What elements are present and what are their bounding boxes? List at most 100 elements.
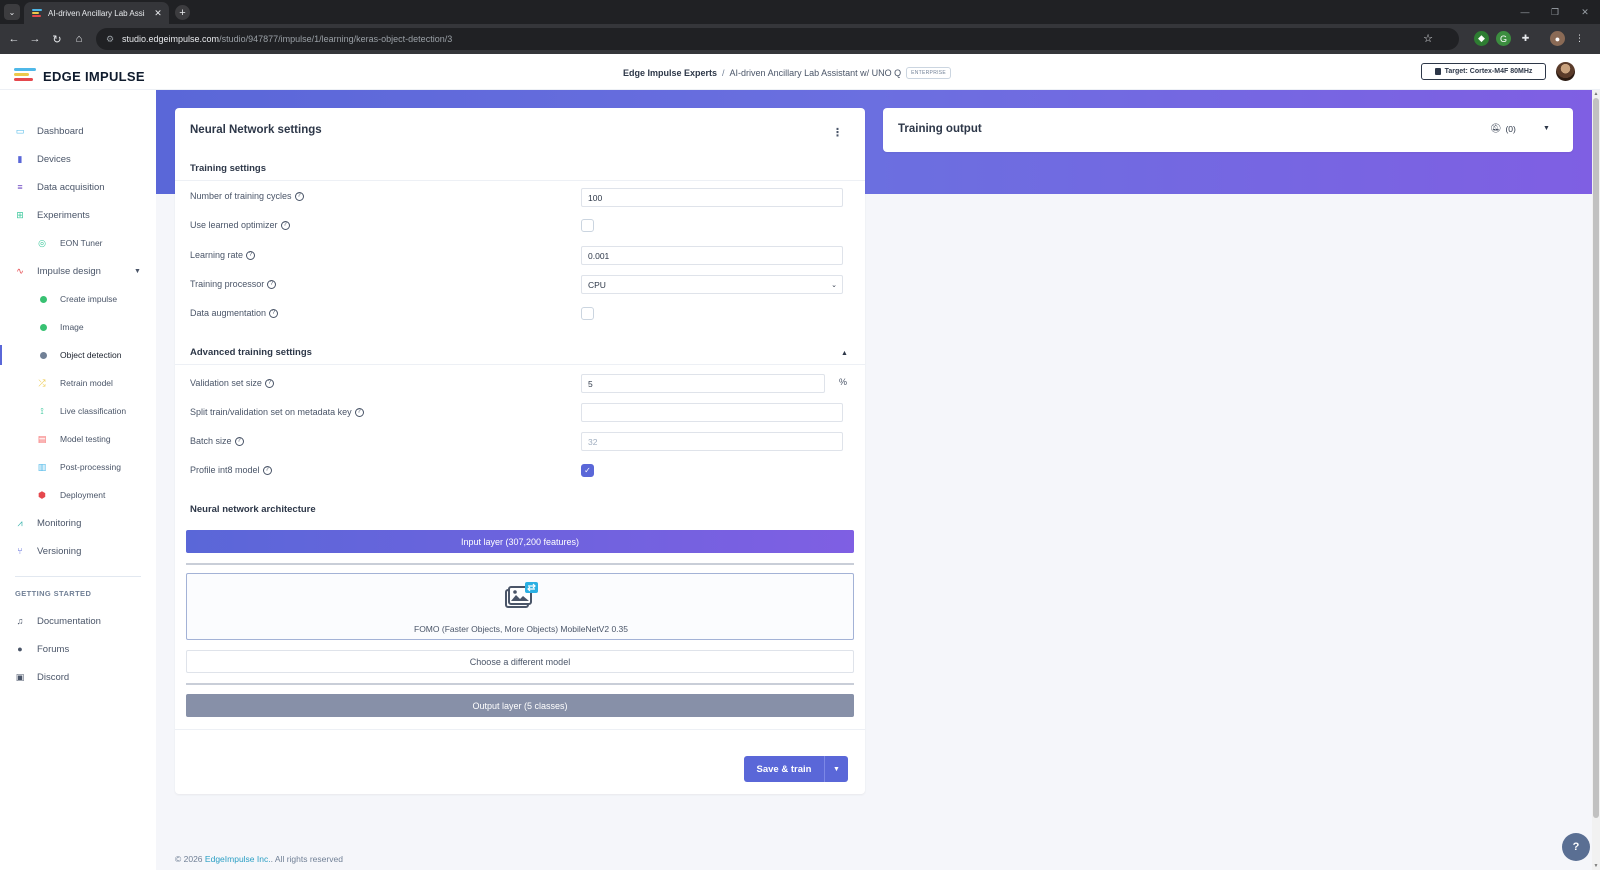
more-options-icon[interactable]: ⋮ [832,126,843,139]
status-dot-icon [38,350,48,360]
bookmark-star-icon[interactable]: ☆ [1423,32,1433,45]
site-info-icon[interactable]: ⚙ [104,33,116,45]
database-icon: ≡ [17,182,23,192]
tab-close-icon[interactable]: ✕ [151,8,165,19]
profile-int8-checkbox[interactable]: ✓ [581,464,594,477]
forward-icon[interactable]: → [27,31,43,47]
sidebar-item-retrain-model[interactable]: ⤮ Retrain model [0,373,156,393]
page-scrollbar[interactable]: ▲ ▼ [1592,90,1600,870]
branch-icon: ⑂ [17,546,23,556]
scroll-down-icon[interactable]: ▼ [1592,862,1600,870]
sidebar-item-documentation[interactable]: ♫ Documentation [0,611,156,631]
model-block[interactable]: FOMO (Faster Objects, More Objects) Mobi… [186,573,854,640]
sidebar-item-eon-tuner[interactable]: ◎ EON Tuner [0,233,156,253]
training-processor-select[interactable]: CPU ⌄ [581,275,843,294]
sidebar-section-title: GETTING STARTED [15,589,92,598]
help-chat-button[interactable]: ? [1562,833,1590,861]
training-cycles-label: Number of training cycles ? [190,191,304,201]
sidebar-item-experiments[interactable]: ⊞ Experiments [0,205,156,225]
choose-model-button[interactable]: Choose a different model [186,650,854,673]
help-icon[interactable]: ? [280,220,290,230]
section-divider [175,729,865,730]
address-bar[interactable]: ⚙ studio.edgeimpulse.com/studio/947877/i… [96,28,1459,50]
breadcrumb-project[interactable]: AI-driven Ancillary Lab Assistant w/ UNO… [730,68,902,78]
help-icon[interactable]: ? [234,436,244,446]
sidebar-item-live-classification[interactable]: ⟟ Live classification [0,401,156,421]
breadcrumb-org[interactable]: Edge Impulse Experts [623,68,717,78]
sidebar-item-label: Devices [37,153,71,165]
sidebar-item-post-processing[interactable]: ▥ Post-processing [0,457,156,477]
sidebar-item-object-detection[interactable]: Object detection [0,345,156,365]
sidebar-item-label: Live classification [60,406,127,416]
profile-avatar-icon[interactable]: ● [1550,31,1565,46]
notification-toggle[interactable]: 🔕︎ (0) [1490,123,1516,134]
learning-rate-label: Learning rate ? [190,250,256,260]
learning-rate-input[interactable]: 0.001 [581,246,843,265]
browser-tab[interactable]: AI-driven Ancillary Lab Assistant ✕ [24,2,169,24]
shield-extension-icon[interactable]: ◆ [1474,31,1489,46]
data-augmentation-checkbox[interactable] [581,307,594,320]
help-icon[interactable]: ? [294,191,304,201]
sidebar-item-data-acquisition[interactable]: ≡ Data acquisition [0,177,156,197]
sidebar-item-deployment[interactable]: ⬢ Deployment [0,485,156,505]
chevron-down-icon[interactable]: ▼ [134,268,141,275]
sidebar-item-devices[interactable]: ▮ Devices [0,149,156,169]
sidebar-item-label: Experiments [37,209,90,221]
grammarly-extension-icon[interactable]: G [1496,31,1511,46]
learned-optimizer-checkbox[interactable] [581,219,594,232]
save-train-button[interactable]: Save & train [744,756,824,782]
footer-company-link[interactable]: EdgeImpulse Inc. [205,854,271,864]
chevron-down-icon[interactable]: ▼ [1543,125,1550,132]
edge-impulse-logo[interactable]: EDGE IMPULSE [14,68,145,85]
tab-search-button[interactable]: ⌄ [4,4,20,20]
breadcrumb: Edge Impulse Experts / AI-driven Ancilla… [623,67,952,79]
new-tab-button[interactable]: + [175,5,190,20]
restore-icon[interactable]: ❐ [1540,0,1570,24]
help-icon[interactable]: ? [269,308,279,318]
sidebar-item-versioning[interactable]: ⑂ Versioning [0,541,156,561]
scroll-up-icon[interactable]: ▲ [1592,90,1600,98]
help-icon[interactable]: ? [264,378,274,388]
sidebar-item-image[interactable]: Image [0,317,156,337]
sidebar-item-dashboard[interactable]: ▭ Dashboard [0,121,156,141]
minimize-icon[interactable]: — [1510,0,1540,24]
training-cycles-input[interactable]: 100 [581,188,843,207]
scroll-thumb[interactable] [1593,98,1599,818]
batch-size-input[interactable]: 32 [581,432,843,451]
target-device-button[interactable]: Target: Cortex-M4F 80MHz [1421,63,1546,80]
training-output-card: Training output 🔕︎ (0) ▼ [883,108,1573,152]
sidebar-item-forums[interactable]: ● Forums [0,639,156,659]
help-icon[interactable]: ? [354,407,364,417]
back-icon[interactable]: ← [6,31,22,47]
sidebar-item-label: Monitoring [37,517,82,529]
save-train-group: Save & train ▼ [744,756,848,782]
sidebar-item-label: Data acquisition [37,181,105,193]
help-icon[interactable]: ? [246,250,256,260]
learned-optimizer-label: Use learned optimizer ? [190,220,290,230]
output-layer-bar[interactable]: Output layer (5 classes) [186,694,854,717]
close-window-icon[interactable]: ✕ [1570,0,1600,24]
user-avatar[interactable] [1556,62,1575,81]
sidebar-item-model-testing[interactable]: ▤ Model testing [0,429,156,449]
field-label-text: Number of training cycles [190,191,292,201]
validation-size-input[interactable]: 5 [581,374,825,393]
url-host: studio.edgeimpulse.com [122,34,220,44]
reload-icon[interactable]: ↻ [49,31,65,47]
sidebar-item-monitoring[interactable]: ⩘ Monitoring [0,513,156,533]
sidebar-item-discord[interactable]: ▣ Discord [0,667,156,687]
split-metadata-input[interactable] [581,403,843,422]
chevron-up-icon[interactable]: ▲ [841,350,848,357]
home-icon[interactable]: ⌂ [71,31,87,47]
sidebar-item-label: Documentation [37,615,101,627]
save-options-chevron-icon[interactable]: ▼ [824,756,848,782]
sidebar-item-impulse-design[interactable]: ∿ Impulse design ▼ [0,261,156,281]
help-icon[interactable]: ? [267,279,277,289]
sidebar-item-create-impulse[interactable]: Create impulse [0,289,156,309]
input-layer-bar[interactable]: Input layer (307,200 features) [186,530,854,553]
help-icon[interactable]: ? [262,465,272,475]
bell-off-icon: 🔕︎ [1490,123,1502,133]
browser-menu-icon[interactable]: ⋮ [1572,31,1587,46]
puzzle-extensions-icon[interactable]: ✚ [1518,31,1533,46]
architecture-title: Neural network architecture [190,504,316,515]
logo-text: EDGE IMPULSE [43,69,145,84]
